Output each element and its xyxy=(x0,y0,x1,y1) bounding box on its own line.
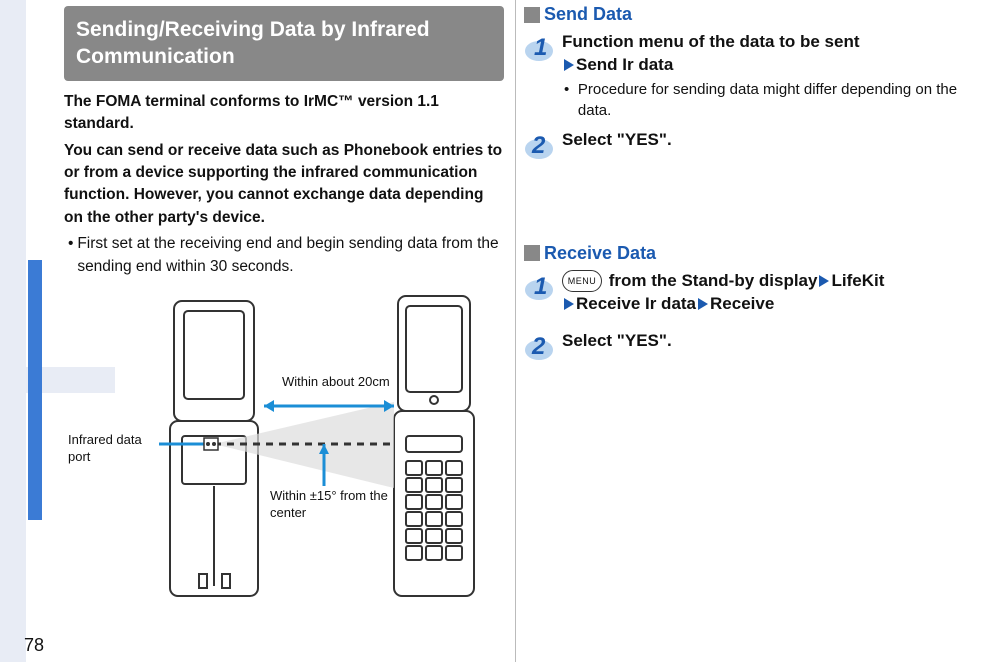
page-number: 78 xyxy=(24,635,44,656)
bullet-mark: • xyxy=(562,79,578,121)
receive-step1-line2: Receive Ir data Receive xyxy=(562,293,992,316)
bullet-mark: • xyxy=(64,233,77,278)
receive-data-title: Receive Data xyxy=(544,243,656,264)
step-number-1-icon: 1 xyxy=(524,31,556,63)
arrow-icon xyxy=(564,59,574,71)
svg-text:2: 2 xyxy=(531,333,546,360)
receive-step1-d: Receive xyxy=(710,294,774,313)
receive-step-1: 1 MENU from the Stand-by displayLifeKit … xyxy=(524,270,992,316)
sidebar-strip xyxy=(0,0,26,662)
step-number-2-icon: 2 xyxy=(524,129,556,161)
svg-text:2: 2 xyxy=(531,132,546,159)
step-number-2-icon: 2 xyxy=(524,330,556,362)
receive-step2-text: Select "YES". xyxy=(562,330,992,353)
send-step2-text: Select "YES". xyxy=(562,129,992,152)
send-step1-line1: Function menu of the data to be sent xyxy=(562,31,992,54)
square-icon xyxy=(524,7,540,23)
ir-diagram: Within about 20cm Infrared data port Wit… xyxy=(64,286,504,616)
sidebar-accent xyxy=(28,260,42,520)
label-distance: Within about 20cm xyxy=(282,374,390,391)
step-number-1-icon: 1 xyxy=(524,270,556,302)
right-column: Send Data 1 Function menu of the data to… xyxy=(524,0,992,662)
send-step1-line2: Send Ir data xyxy=(576,55,673,74)
receive-step1-c: Receive Ir data xyxy=(576,294,696,313)
bullet-text: First set at the receiving end and begin… xyxy=(77,233,504,278)
intro-para-1: The FOMA terminal conforms to IrMC™ vers… xyxy=(64,91,504,136)
send-step-1: 1 Function menu of the data to be sent S… xyxy=(524,31,992,121)
arrow-icon xyxy=(698,298,708,310)
label-ir-port: Infrared data port xyxy=(68,432,158,466)
receive-step1-line1: MENU from the Stand-by display LifeKit xyxy=(562,270,992,293)
receive-data-heading: Receive Data xyxy=(524,243,992,264)
menu-button-icon: MENU xyxy=(562,270,602,292)
send-step1-note: Procedure for sending data might differ … xyxy=(578,79,992,121)
column-divider xyxy=(515,0,516,662)
intro-para-2: You can send or receive data such as Pho… xyxy=(64,140,504,230)
section-title: Sending/Receiving Data by Infrared Commu… xyxy=(64,6,504,81)
intro-bullet: • First set at the receiving end and beg… xyxy=(64,233,504,278)
receive-step1-b: LifeKit xyxy=(831,271,884,290)
svg-text:1: 1 xyxy=(534,34,547,61)
square-icon xyxy=(524,245,540,261)
receive-step1-a: from the Stand-by display xyxy=(604,271,817,290)
left-column: Sending/Receiving Data by Infrared Commu… xyxy=(64,0,504,662)
svg-text:1: 1 xyxy=(534,273,547,300)
arrow-icon xyxy=(819,275,829,287)
label-angle: Within ±15° from the center xyxy=(270,488,410,522)
arrow-icon xyxy=(564,298,574,310)
send-data-title: Send Data xyxy=(544,4,632,25)
send-data-heading: Send Data xyxy=(524,4,992,25)
receive-step-2: 2 Select "YES". xyxy=(524,330,992,362)
send-step-2: 2 Select "YES". xyxy=(524,129,992,161)
